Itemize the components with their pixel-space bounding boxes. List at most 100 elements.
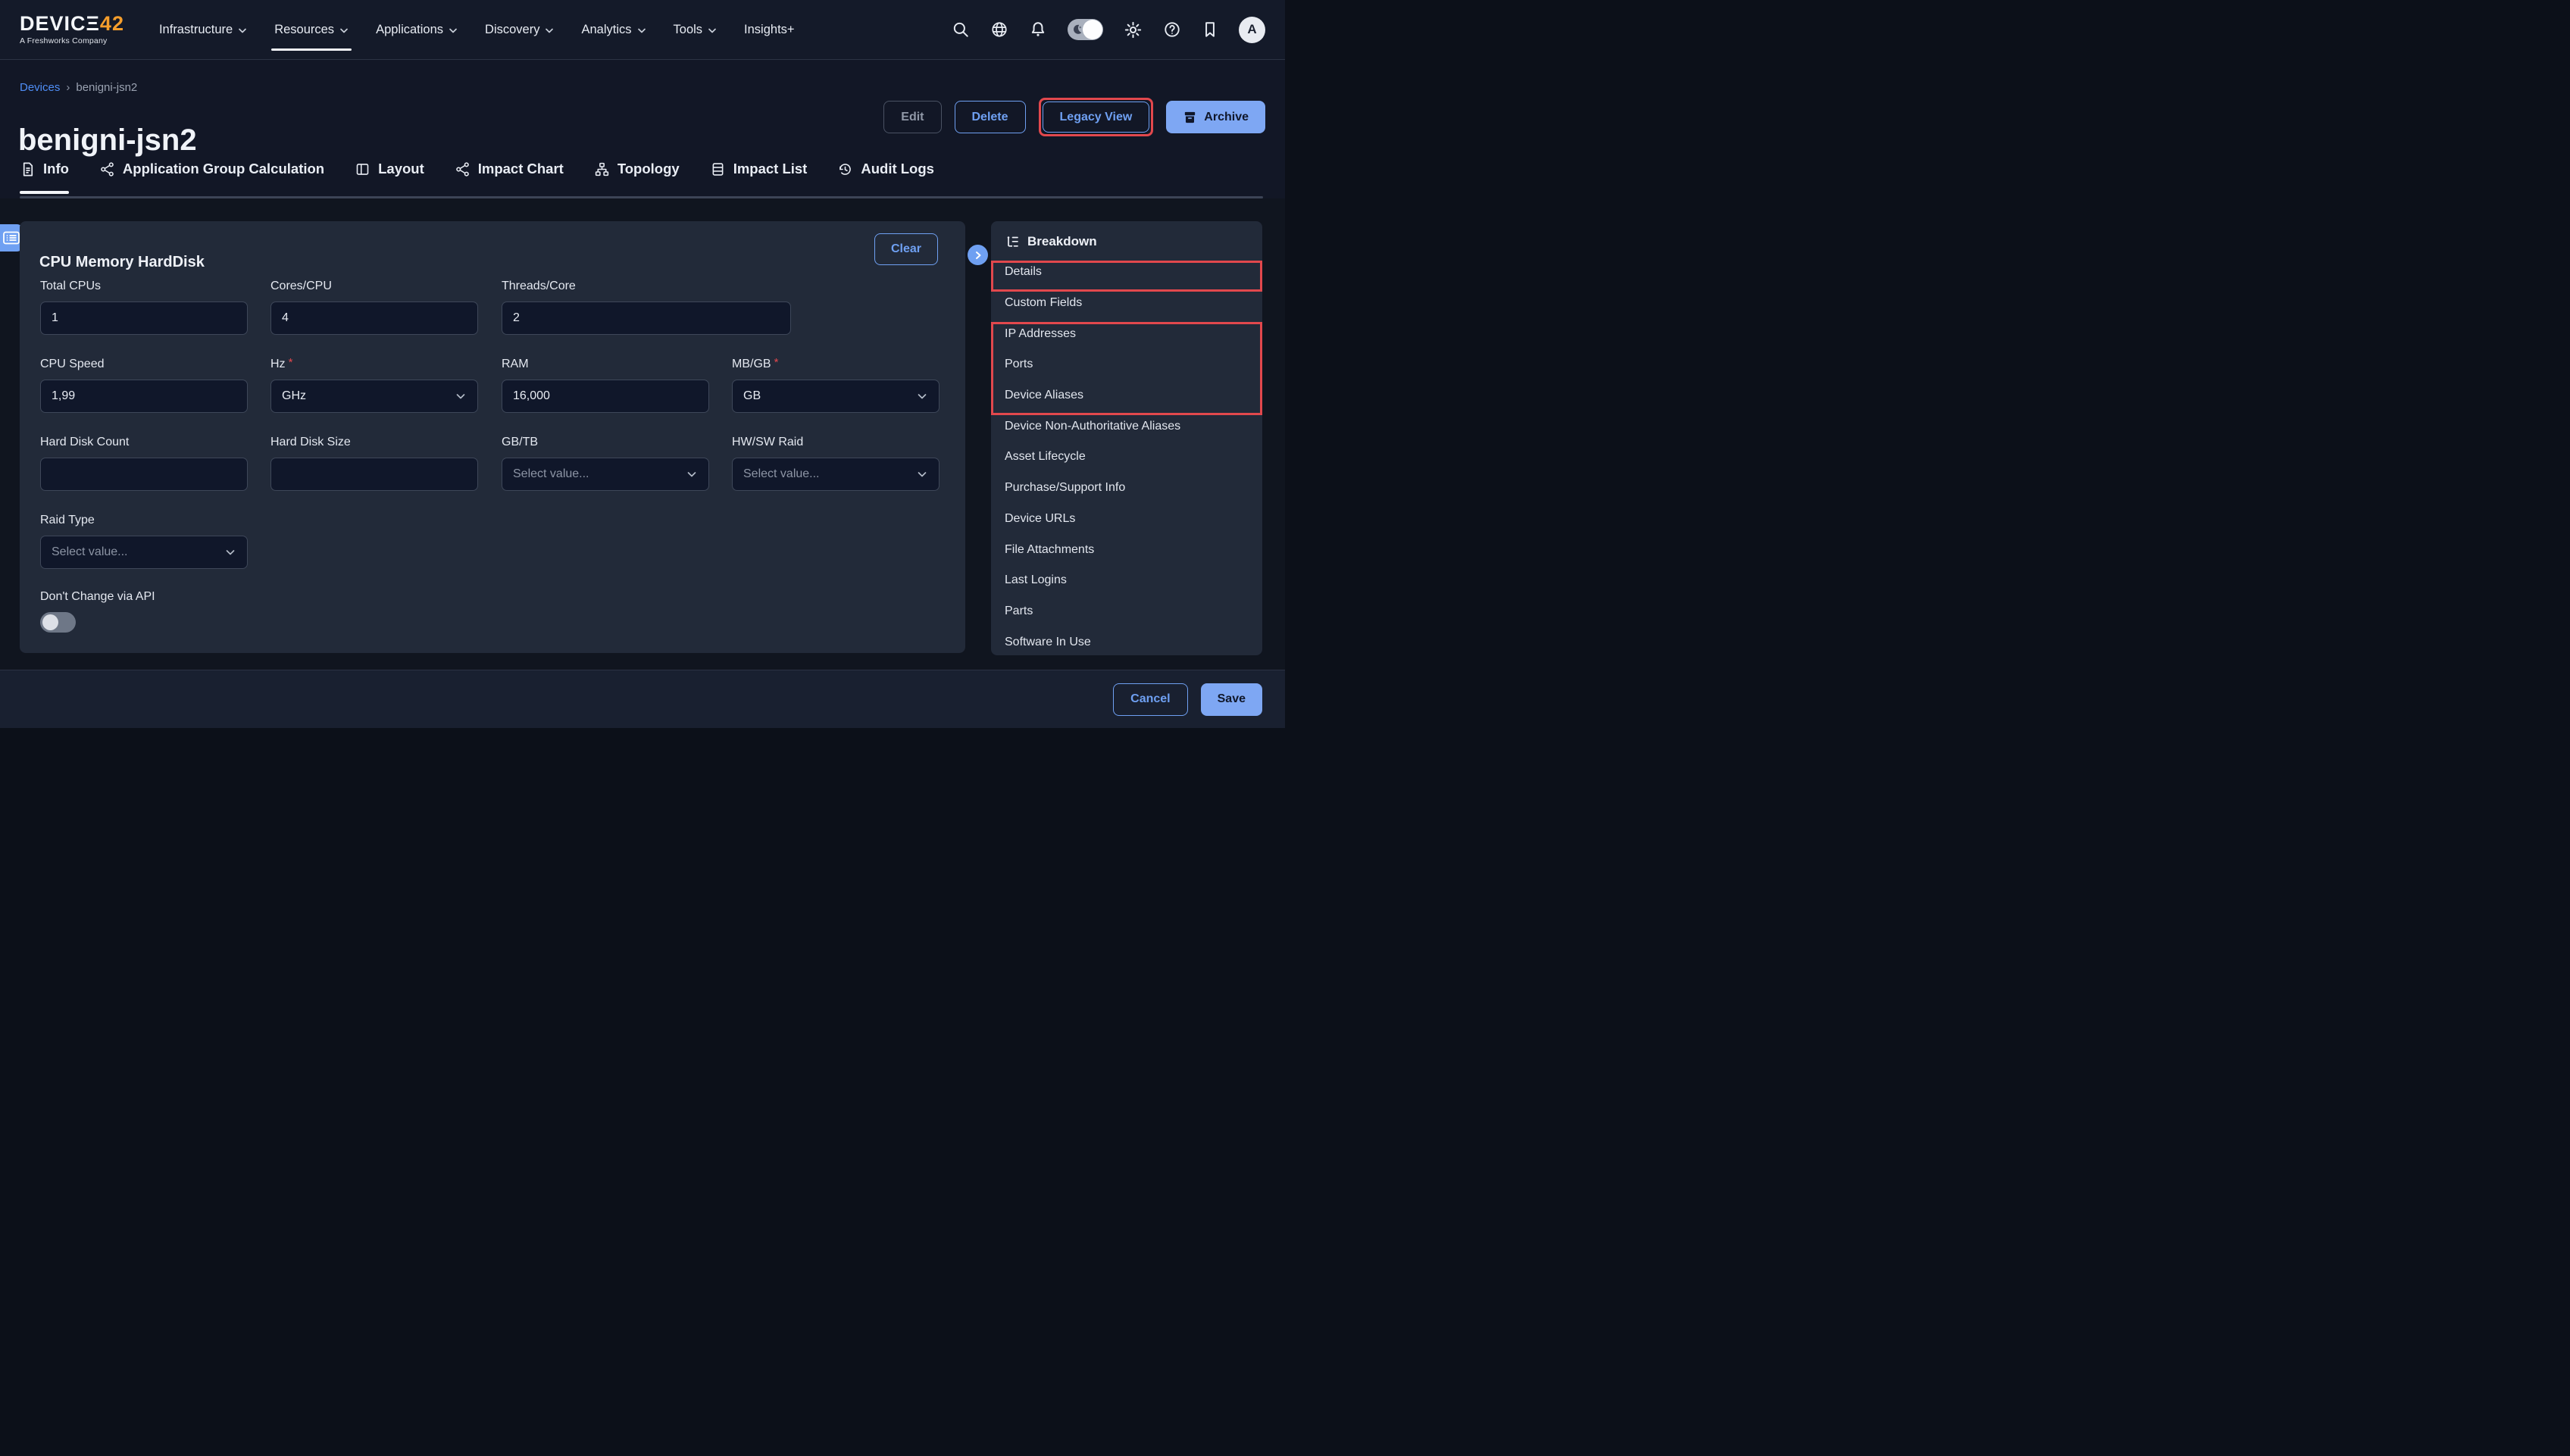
settings-gear-icon[interactable]: [1124, 20, 1143, 39]
tab-audit-logs[interactable]: Audit Logs: [837, 161, 934, 192]
archive-icon: [1183, 110, 1197, 124]
sidebar-item-ip-addresses[interactable]: IP Addresses: [991, 318, 1262, 349]
logo-tagline: A Freshworks Company: [20, 37, 124, 45]
ram-label: RAM: [502, 358, 709, 371]
nav-item-infrastructure[interactable]: Infrastructure: [159, 18, 247, 42]
gb-tb-select[interactable]: Select value...: [502, 458, 709, 491]
tree-list-icon: [1005, 234, 1020, 249]
tab-layout[interactable]: Layout: [355, 161, 424, 192]
logo-42: 42: [100, 12, 124, 35]
share-nodes-icon: [455, 161, 471, 177]
user-avatar[interactable]: A: [1239, 17, 1265, 43]
total-cpus-input[interactable]: [40, 302, 248, 335]
breadcrumb-separator: ›: [66, 81, 70, 94]
sidebar-item-ports[interactable]: Ports: [991, 349, 1262, 380]
nav-item-resources[interactable]: Resources: [274, 18, 349, 42]
mb-gb-select[interactable]: GB: [732, 380, 940, 413]
gb-tb-label: GB/TB: [502, 436, 709, 449]
form-footer: Cancel Save: [0, 670, 1285, 728]
hz-label: Hz: [270, 358, 286, 371]
sidebar-item-parts[interactable]: Parts: [991, 596, 1262, 627]
dont-change-via-api-label: Don't Change via API: [40, 590, 155, 604]
globe-icon[interactable]: [990, 20, 1008, 39]
threads-core-input[interactable]: [502, 302, 791, 335]
tab-info[interactable]: Info: [20, 161, 69, 192]
edit-button[interactable]: Edit: [883, 101, 941, 133]
annotation-highlight-legacy-view: Legacy View: [1039, 98, 1154, 136]
chevron-down-icon: [455, 390, 467, 402]
breadcrumb-current: benigni-jsn2: [76, 81, 137, 94]
logo-text: DEVIC: [20, 12, 86, 35]
sidebar-item-custom-fields[interactable]: Custom Fields: [991, 288, 1262, 319]
legacy-view-button[interactable]: Legacy View: [1043, 102, 1150, 133]
save-button[interactable]: Save: [1201, 683, 1262, 716]
top-navigation-bar: DEVICΞ42 A Freshworks Company Infrastruc…: [0, 0, 1285, 60]
sidebar-item-device-non-authoritative-aliases[interactable]: Device Non-Authoritative Aliases: [991, 411, 1262, 442]
breakdown-sidebar: Breakdown Details Custom Fields IP Addre…: [991, 221, 1262, 655]
history-icon: [837, 161, 853, 177]
chevron-down-icon: [545, 27, 554, 34]
sidebar-item-last-logins[interactable]: Last Logins: [991, 565, 1262, 596]
cancel-button[interactable]: Cancel: [1113, 683, 1187, 716]
content-area: CPU Memory HardDisk Clear Total CPUs Cor…: [0, 198, 1285, 670]
sidebar-item-software-in-use[interactable]: Software In Use: [991, 626, 1262, 655]
sidebar-item-purchase-support-info[interactable]: Purchase/Support Info: [991, 473, 1262, 504]
sidebar-item-device-aliases[interactable]: Device Aliases: [991, 380, 1262, 411]
breakdown-header: Breakdown: [991, 221, 1262, 257]
hard-disk-size-input[interactable]: [270, 458, 478, 491]
delete-button[interactable]: Delete: [955, 101, 1026, 133]
ram-input[interactable]: [502, 380, 709, 413]
sidebar-item-details[interactable]: Details: [991, 257, 1262, 288]
device-action-buttons: Edit Delete Legacy View Archive: [883, 98, 1265, 136]
notifications-bell-icon[interactable]: [1029, 20, 1047, 39]
search-icon[interactable]: [952, 20, 970, 39]
chevron-down-icon: [637, 27, 646, 34]
required-marker: *: [774, 356, 779, 371]
nav-item-discovery[interactable]: Discovery: [485, 18, 554, 42]
tab-topology[interactable]: Topology: [594, 161, 680, 192]
section-title: CPU Memory HardDisk: [39, 254, 205, 271]
avatar-initial: A: [1247, 22, 1256, 37]
clear-button[interactable]: Clear: [874, 233, 938, 265]
chevron-down-icon: [686, 468, 698, 480]
cores-cpu-input[interactable]: [270, 302, 478, 335]
sitemap-icon: [594, 161, 610, 177]
raid-type-label: Raid Type: [40, 514, 248, 527]
cpu-speed-label: CPU Speed: [40, 358, 248, 371]
hw-sw-raid-select[interactable]: Select value...: [732, 458, 940, 491]
cpu-speed-input[interactable]: [40, 380, 248, 413]
theme-toggle[interactable]: [1068, 19, 1103, 40]
sidebar-item-file-attachments[interactable]: File Attachments: [991, 534, 1262, 565]
dont-change-via-api-toggle[interactable]: [40, 612, 76, 633]
file-info-icon: [20, 161, 36, 177]
tab-impact-chart[interactable]: Impact Chart: [455, 161, 564, 192]
hard-disk-count-label: Hard Disk Count: [40, 436, 248, 449]
breadcrumb-devices-link[interactable]: Devices: [20, 81, 60, 94]
main-menu: Infrastructure Resources Applications Di…: [159, 18, 795, 42]
help-icon[interactable]: [1163, 20, 1181, 39]
hz-select[interactable]: GHz: [270, 380, 478, 413]
list-panel-icon: [2, 230, 20, 245]
raid-type-select[interactable]: Select value...: [40, 536, 248, 569]
chevron-down-icon: [916, 468, 928, 480]
bookmark-icon[interactable]: [1202, 20, 1218, 39]
breadcrumb: Devices › benigni-jsn2: [20, 81, 137, 94]
sidebar-item-device-urls[interactable]: Device URLs: [991, 504, 1262, 535]
nav-item-analytics[interactable]: Analytics: [581, 18, 646, 42]
sidebar-item-asset-lifecycle[interactable]: Asset Lifecycle: [991, 442, 1262, 473]
threads-core-label: Threads/Core: [502, 280, 791, 293]
required-marker: *: [289, 356, 293, 371]
layout-columns-icon: [355, 161, 370, 177]
tab-application-group-calculation[interactable]: Application Group Calculation: [99, 161, 324, 192]
nav-item-applications[interactable]: Applications: [376, 18, 458, 42]
logo-e-glyph: Ξ: [86, 12, 100, 35]
device42-logo[interactable]: DEVICΞ42 A Freshworks Company: [20, 14, 124, 45]
tab-impact-list[interactable]: Impact List: [710, 161, 808, 192]
sidebar-expand-button[interactable]: [968, 245, 988, 265]
chevron-down-icon: [449, 27, 458, 34]
archive-button[interactable]: Archive: [1166, 101, 1265, 133]
hard-disk-count-input[interactable]: [40, 458, 248, 491]
nav-item-insights[interactable]: Insights+: [744, 18, 795, 42]
moon-icon: [1071, 23, 1083, 36]
nav-item-tools[interactable]: Tools: [674, 18, 718, 42]
